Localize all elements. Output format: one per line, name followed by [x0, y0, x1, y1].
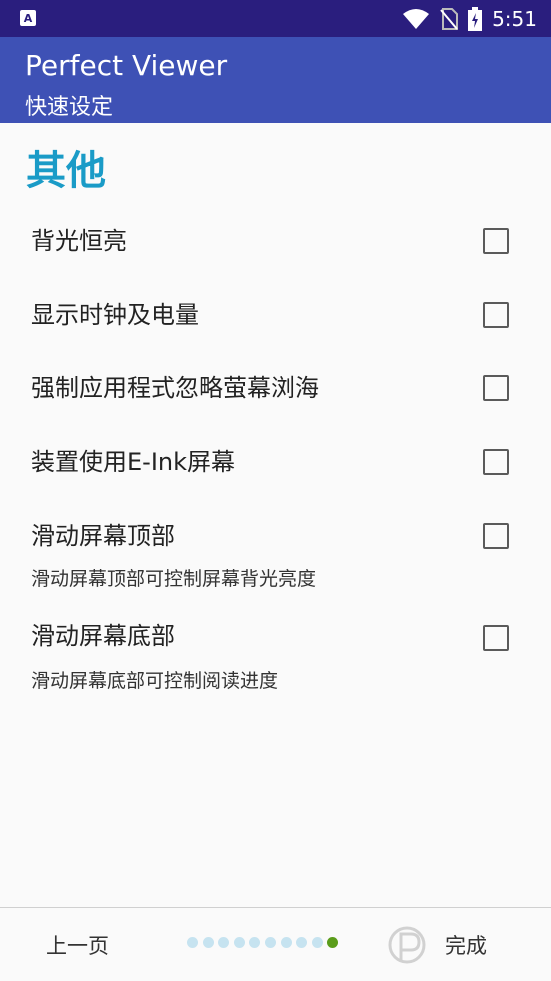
page-dot [218, 937, 230, 948]
page-dot [249, 937, 261, 948]
page-dot-active [327, 937, 339, 948]
pref-swipe-bottom[interactable]: 滑动屏幕底部 滑动屏幕底部可控制阅读进度 [0, 602, 551, 698]
page-dot [187, 937, 198, 948]
pref-summary: 滑动屏幕顶部可控制屏幕背光亮度 [31, 568, 317, 590]
status-icons: 5:51 [402, 6, 537, 32]
pref-keep-backlight[interactable]: 背光恒亮 [0, 205, 551, 277]
pref-title: 背光恒亮 [31, 227, 127, 255]
section-title: 其他 [26, 148, 106, 194]
status-bar: A 5:51 [0, 0, 551, 37]
app-bar: Perfect Viewer 快速设定 [0, 37, 551, 123]
pref-ignore-notch[interactable]: 强制应用程式忽略萤幕浏海 [0, 352, 551, 424]
page-dot [202, 937, 214, 948]
prev-page-button[interactable]: 上一页 [46, 930, 109, 960]
pref-swipe-top[interactable]: 滑动屏幕顶部 滑动屏幕顶部可控制屏幕背光亮度 [0, 500, 551, 596]
pref-show-clock-battery[interactable]: 显示时钟及电量 [0, 279, 551, 351]
page-dot [296, 937, 308, 948]
accessibility-notification-icon: A [20, 10, 36, 26]
pref-summary: 滑动屏幕底部可控制阅读进度 [31, 670, 279, 692]
page-dot [233, 937, 245, 948]
wifi-icon [403, 9, 430, 29]
pref-title: 强制应用程式忽略萤幕浏海 [31, 374, 319, 402]
page-dot [264, 937, 276, 948]
keep-backlight-checkbox[interactable] [483, 228, 509, 254]
pref-eink[interactable]: 装置使用E-Ink屏幕 [0, 426, 551, 498]
page-dot [311, 937, 323, 948]
swipe-bottom-checkbox[interactable] [483, 625, 509, 651]
pref-title: 装置使用E-Ink屏幕 [31, 448, 236, 476]
ignore-notch-checkbox[interactable] [483, 375, 509, 401]
status-time: 5:51 [492, 7, 537, 31]
swipe-top-checkbox[interactable] [483, 523, 509, 549]
battery-charging-icon [468, 7, 483, 31]
pref-title: 显示时钟及电量 [31, 301, 199, 329]
watermark-logo [388, 926, 426, 964]
pref-title: 滑动屏幕顶部 [31, 522, 175, 550]
app-subtitle: 快速设定 [25, 95, 114, 120]
no-sim-icon [440, 8, 459, 30]
page-indicator [187, 937, 339, 948]
pref-title: 滑动屏幕底部 [31, 622, 175, 650]
show-clock-battery-checkbox[interactable] [483, 302, 509, 328]
eink-checkbox[interactable] [483, 449, 509, 475]
bottom-divider [0, 907, 551, 908]
app-title: Perfect Viewer [25, 49, 228, 82]
page-dot [280, 937, 292, 948]
